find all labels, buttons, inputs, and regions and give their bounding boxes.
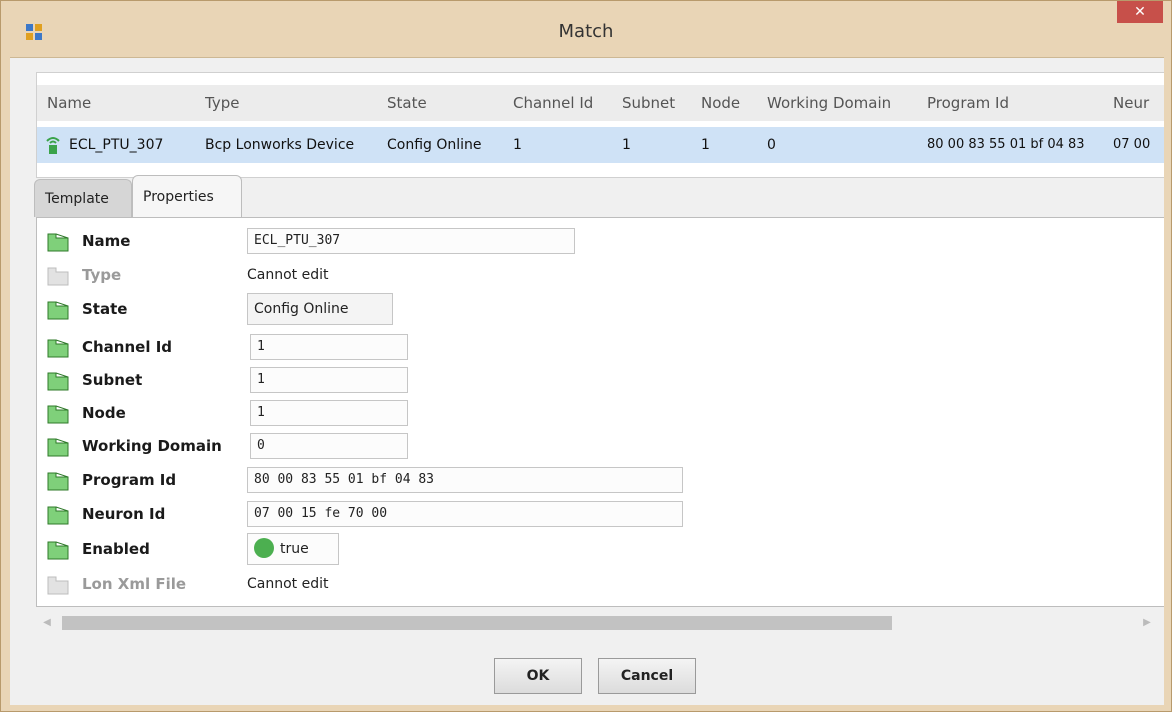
subnet-field[interactable]: 1 — [250, 367, 408, 393]
column-header-program-id[interactable]: Program Id — [927, 85, 1107, 121]
slot-icon — [47, 506, 69, 525]
node-field[interactable]: 1 — [250, 400, 408, 426]
title-bar[interactable]: Match ✕ — [1, 1, 1171, 63]
scroll-left-icon[interactable]: ◀ — [38, 614, 56, 632]
property-label-subnet: Subnet — [82, 371, 143, 389]
enabled-value: true — [280, 541, 309, 557]
property-row-enabled: Enabled true — [37, 533, 1164, 565]
property-label-lon-xml-file: Lon Xml File — [82, 575, 187, 593]
cell-subnet: 1 — [622, 137, 631, 153]
property-label-node: Node — [82, 404, 126, 422]
slot-icon — [47, 339, 69, 358]
property-row-neuron-id: Neuron Id 07 00 15 fe 70 00 — [37, 501, 1164, 529]
cell-type: Bcp Lonworks Device — [205, 137, 355, 153]
property-row-channel-id: Channel Id 1 — [37, 334, 1164, 362]
state-field: Config Online — [247, 293, 393, 325]
program-id-field[interactable]: 80 00 83 55 01 bf 04 83 — [247, 467, 683, 493]
scrollbar-thumb[interactable] — [62, 616, 892, 630]
table-row[interactable]: ECL_PTU_307 Bcp Lonworks Device Config O… — [37, 127, 1164, 163]
cancel-button[interactable]: Cancel — [598, 658, 696, 694]
slot-icon — [47, 472, 69, 491]
slot-icon — [47, 438, 69, 457]
slot-icon — [47, 301, 69, 320]
channel-id-field[interactable]: 1 — [250, 334, 408, 360]
column-header-working-domain[interactable]: Working Domain — [767, 85, 922, 121]
column-header-neuron-id[interactable]: Neur — [1113, 85, 1164, 121]
scroll-right-icon[interactable]: ▶ — [1138, 614, 1156, 632]
tab-properties[interactable]: Properties — [132, 175, 242, 217]
column-header-channel-id[interactable]: Channel Id — [513, 85, 618, 121]
horizontal-scrollbar[interactable]: ◀ ▶ — [36, 614, 1164, 632]
working-domain-field[interactable]: 0 — [250, 433, 408, 459]
property-label-channel-id: Channel Id — [82, 338, 173, 356]
name-field[interactable]: ECL_PTU_307 — [247, 228, 575, 254]
property-row-state: State Config Online — [37, 293, 1164, 325]
match-dialog: Match ✕ Name Type State Channel Id Subne… — [0, 0, 1172, 712]
property-label-type: Type — [82, 266, 122, 284]
table-header: Name Type State Channel Id Subnet Node W… — [37, 85, 1164, 121]
property-label-enabled: Enabled — [82, 540, 150, 558]
slot-icon-disabled — [47, 576, 69, 595]
property-row-type: Type Cannot edit — [37, 262, 1164, 290]
dialog-content: Name Type State Channel Id Subnet Node W… — [10, 57, 1164, 705]
property-label-working-domain: Working Domain — [82, 437, 222, 455]
column-header-state[interactable]: State — [387, 85, 502, 121]
slot-icon — [47, 405, 69, 424]
property-row-subnet: Subnet 1 — [37, 367, 1164, 395]
property-label-name: Name — [82, 232, 131, 250]
slot-icon — [47, 541, 69, 560]
close-icon: ✕ — [1134, 4, 1146, 20]
cell-channel-id: 1 — [513, 137, 522, 153]
neuron-id-field[interactable]: 07 00 15 fe 70 00 — [247, 501, 683, 527]
column-header-subnet[interactable]: Subnet — [622, 85, 697, 121]
device-table: Name Type State Channel Id Subnet Node W… — [36, 72, 1164, 178]
device-online-icon — [46, 137, 60, 154]
lon-xml-file-value: Cannot edit — [247, 576, 329, 592]
type-value: Cannot edit — [247, 267, 329, 283]
close-button[interactable]: ✕ — [1117, 1, 1163, 23]
properties-panel: Name ECL_PTU_307 Type Cannot edit State … — [36, 217, 1164, 607]
window-title: Match — [558, 21, 614, 42]
slot-icon-disabled — [47, 267, 69, 286]
cell-neuron-id: 07 00 — [1113, 137, 1151, 152]
enabled-toggle[interactable]: true — [247, 533, 339, 565]
property-row-name: Name ECL_PTU_307 — [37, 228, 1164, 256]
slot-icon — [47, 372, 69, 391]
cell-name: ECL_PTU_307 — [69, 137, 164, 153]
property-label-neuron-id: Neuron Id — [82, 505, 166, 523]
cell-program-id: 80 00 83 55 01 bf 04 83 — [927, 137, 1085, 152]
tab-template[interactable]: Template — [34, 179, 132, 217]
cell-node: 1 — [701, 137, 710, 153]
property-row-program-id: Program Id 80 00 83 55 01 bf 04 83 — [37, 467, 1164, 495]
property-label-state: State — [82, 300, 128, 318]
ok-button[interactable]: OK — [494, 658, 582, 694]
column-header-node[interactable]: Node — [701, 85, 761, 121]
property-row-working-domain: Working Domain 0 — [37, 433, 1164, 461]
cell-state: Config Online — [387, 137, 482, 153]
property-row-lon-xml-file: Lon Xml File Cannot edit — [37, 571, 1164, 599]
property-row-node: Node 1 — [37, 400, 1164, 428]
column-header-type[interactable]: Type — [205, 85, 375, 121]
slot-icon — [47, 233, 69, 252]
property-label-program-id: Program Id — [82, 471, 177, 489]
status-dot-icon — [254, 538, 274, 558]
cell-working-domain: 0 — [767, 137, 776, 153]
column-header-name[interactable]: Name — [47, 85, 197, 121]
